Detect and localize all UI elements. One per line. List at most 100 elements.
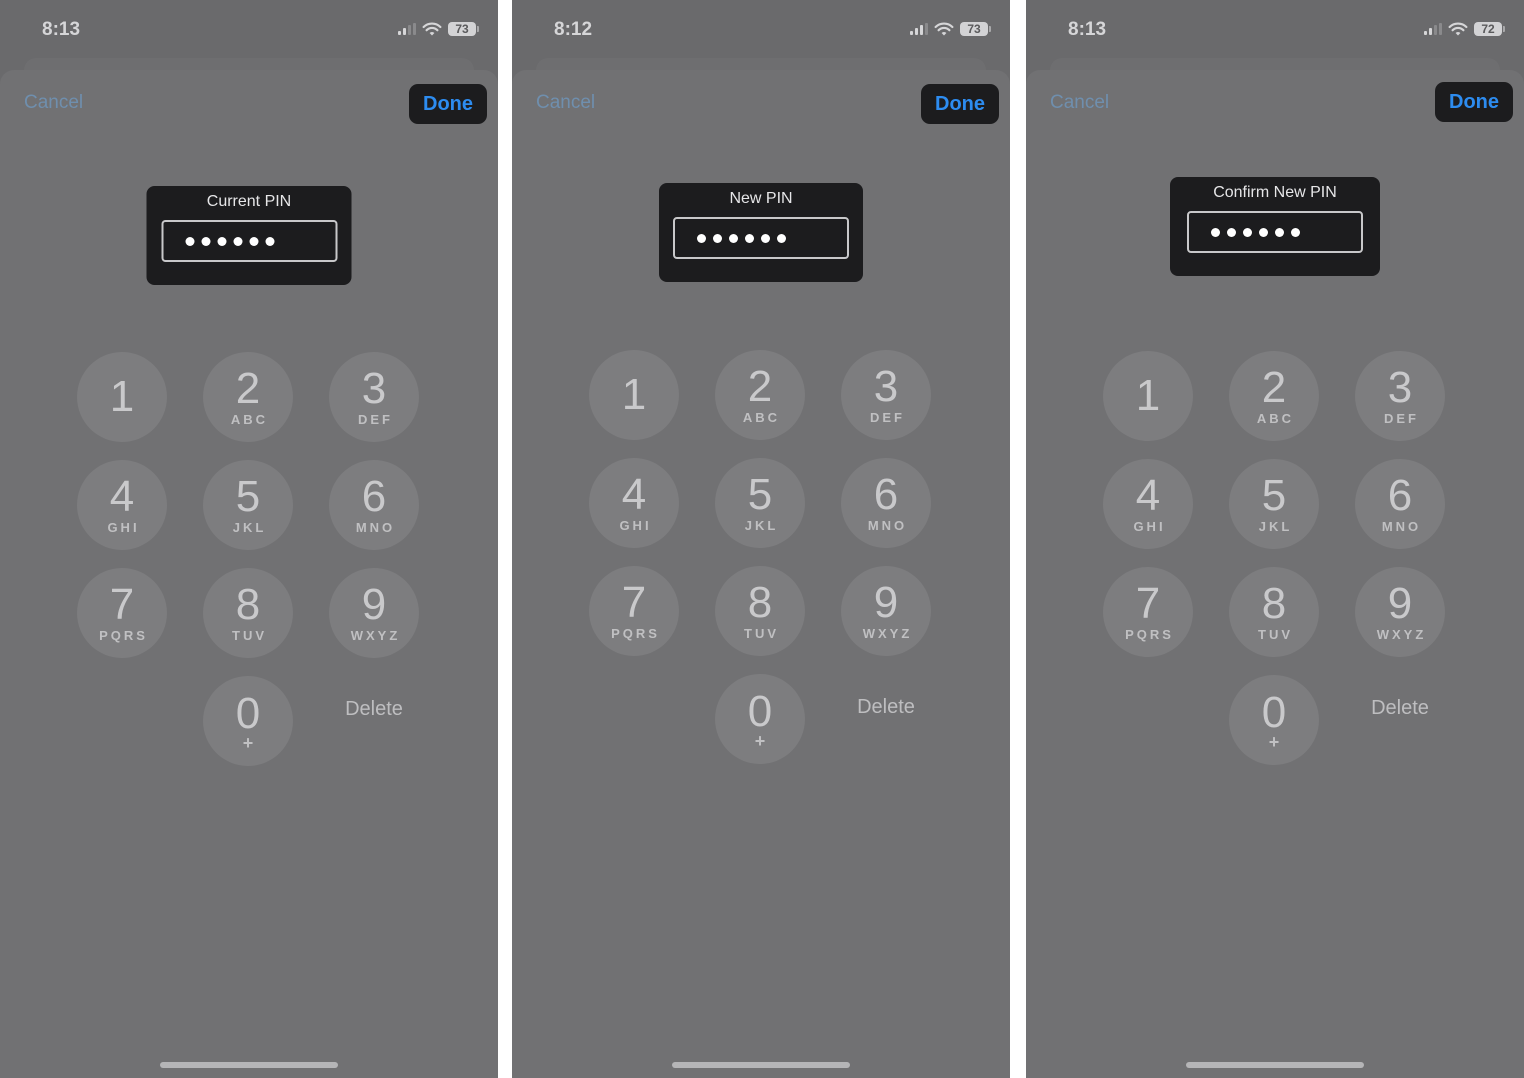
key-7[interactable]: 7 PQRS	[77, 568, 167, 658]
cancel-button[interactable]: Cancel	[24, 92, 83, 114]
pin-dot	[777, 233, 786, 243]
delete-button[interactable]: Delete	[1355, 697, 1445, 720]
key-digit: 9	[361, 580, 387, 629]
key-digit: 8	[1261, 579, 1287, 628]
home-indicator[interactable]	[1186, 1062, 1364, 1068]
key-7[interactable]: 7 PQRS	[1103, 567, 1193, 657]
signal-bar	[1429, 28, 1432, 35]
key-6[interactable]: 6 MNO	[1355, 459, 1445, 549]
key-digit: 0	[1261, 688, 1287, 737]
key-digit: 6	[1387, 471, 1413, 520]
pin-dot	[1259, 227, 1268, 237]
cellular-signal-icon	[1424, 23, 1442, 35]
key-digit: 1	[1135, 371, 1161, 420]
key-4[interactable]: 4 GHI	[589, 458, 679, 548]
key-8[interactable]: 8 TUV	[203, 568, 293, 658]
key-digit: 7	[1135, 579, 1161, 628]
signal-bar	[915, 28, 918, 35]
key-letters: TUV	[744, 626, 779, 641]
key-digit: 3	[361, 364, 387, 413]
key-7[interactable]: 7 PQRS	[589, 566, 679, 656]
pin-label: New PIN	[729, 190, 793, 207]
signal-bar	[413, 23, 416, 35]
key-0[interactable]: 0 +	[715, 674, 805, 764]
key-2[interactable]: 2 ABC	[203, 352, 293, 442]
key-3[interactable]: 3 DEF	[329, 352, 419, 442]
key-letters: WXYZ	[1376, 627, 1427, 642]
done-button[interactable]: Done	[921, 84, 999, 124]
key-5[interactable]: 5 JKL	[715, 458, 805, 548]
pin-dot	[761, 233, 770, 243]
key-letters: JKL	[744, 518, 779, 533]
done-button[interactable]: Done	[409, 84, 487, 124]
key-letters: PQRS	[1125, 627, 1174, 642]
signal-bar	[1434, 25, 1437, 35]
key-2[interactable]: 2 ABC	[1229, 351, 1319, 441]
key-0[interactable]: 0 +	[203, 676, 293, 766]
pin-dot	[185, 236, 194, 246]
key-letters: DEF	[1384, 411, 1419, 426]
signal-bar	[403, 28, 406, 35]
key-9[interactable]: 9 WXYZ	[1355, 567, 1445, 657]
pin-dot	[745, 233, 754, 243]
pin-card: Confirm New PIN	[1170, 177, 1380, 276]
key-1[interactable]: 1	[589, 350, 679, 440]
cancel-button[interactable]: Cancel	[536, 92, 595, 114]
key-5[interactable]: 5 JKL	[1229, 459, 1319, 549]
key-2[interactable]: 2 ABC	[715, 350, 805, 440]
key-1[interactable]: 1	[77, 352, 167, 442]
key-letters: GHI	[619, 518, 652, 533]
delete-button[interactable]: Delete	[841, 696, 931, 719]
key-4[interactable]: 4 GHI	[1103, 459, 1193, 549]
key-digit: 6	[361, 472, 387, 521]
key-8[interactable]: 8 TUV	[715, 566, 805, 656]
key-letters: PQRS	[611, 626, 660, 641]
pin-input[interactable]	[1187, 211, 1363, 253]
key-digit: 5	[1261, 471, 1287, 520]
battery-icon: 73	[448, 22, 479, 36]
wifi-icon	[422, 22, 442, 36]
done-button[interactable]: Done	[1435, 82, 1513, 122]
key-digit: 8	[235, 580, 261, 629]
key-4[interactable]: 4 GHI	[77, 460, 167, 550]
key-9[interactable]: 9 WXYZ	[329, 568, 419, 658]
pin-input[interactable]	[161, 220, 337, 262]
key-0[interactable]: 0 +	[1229, 675, 1319, 765]
delete-button[interactable]: Delete	[329, 698, 419, 721]
key-letters: ABC	[1256, 411, 1295, 426]
signal-bar	[910, 31, 913, 35]
pin-input[interactable]	[673, 217, 849, 259]
home-indicator[interactable]	[160, 1062, 338, 1068]
key-letters: GHI	[107, 520, 140, 535]
battery-icon: 72	[1474, 22, 1505, 36]
key-letters: JKL	[232, 520, 267, 535]
pin-dot	[1243, 227, 1252, 237]
key-8[interactable]: 8 TUV	[1229, 567, 1319, 657]
key-digit: 8	[747, 578, 773, 627]
key-digit: 6	[873, 470, 899, 519]
key-6[interactable]: 6 MNO	[841, 458, 931, 548]
key-9[interactable]: 9 WXYZ	[841, 566, 931, 656]
pin-dot	[265, 236, 274, 246]
key-6[interactable]: 6 MNO	[329, 460, 419, 550]
key-letters: GHI	[1133, 519, 1166, 534]
signal-bar	[925, 23, 928, 35]
key-letters: +	[242, 733, 254, 753]
key-digit: 4	[1135, 471, 1161, 520]
cellular-signal-icon	[398, 23, 416, 35]
key-3[interactable]: 3 DEF	[841, 350, 931, 440]
key-5[interactable]: 5 JKL	[203, 460, 293, 550]
pin-dot	[729, 233, 738, 243]
cancel-button[interactable]: Cancel	[1050, 92, 1109, 114]
home-indicator[interactable]	[672, 1062, 850, 1068]
key-letters: WXYZ	[862, 626, 913, 641]
battery-icon: 73	[960, 22, 991, 36]
key-digit: 3	[1387, 363, 1413, 412]
key-digit: 7	[109, 580, 135, 629]
key-digit: 3	[873, 362, 899, 411]
key-digit: 5	[235, 472, 261, 521]
key-digit: 2	[1261, 363, 1287, 412]
key-3[interactable]: 3 DEF	[1355, 351, 1445, 441]
pin-sheet: Cancel Done Current PIN 1 2 ABC 3 DEF 4 …	[0, 70, 498, 1078]
key-1[interactable]: 1	[1103, 351, 1193, 441]
